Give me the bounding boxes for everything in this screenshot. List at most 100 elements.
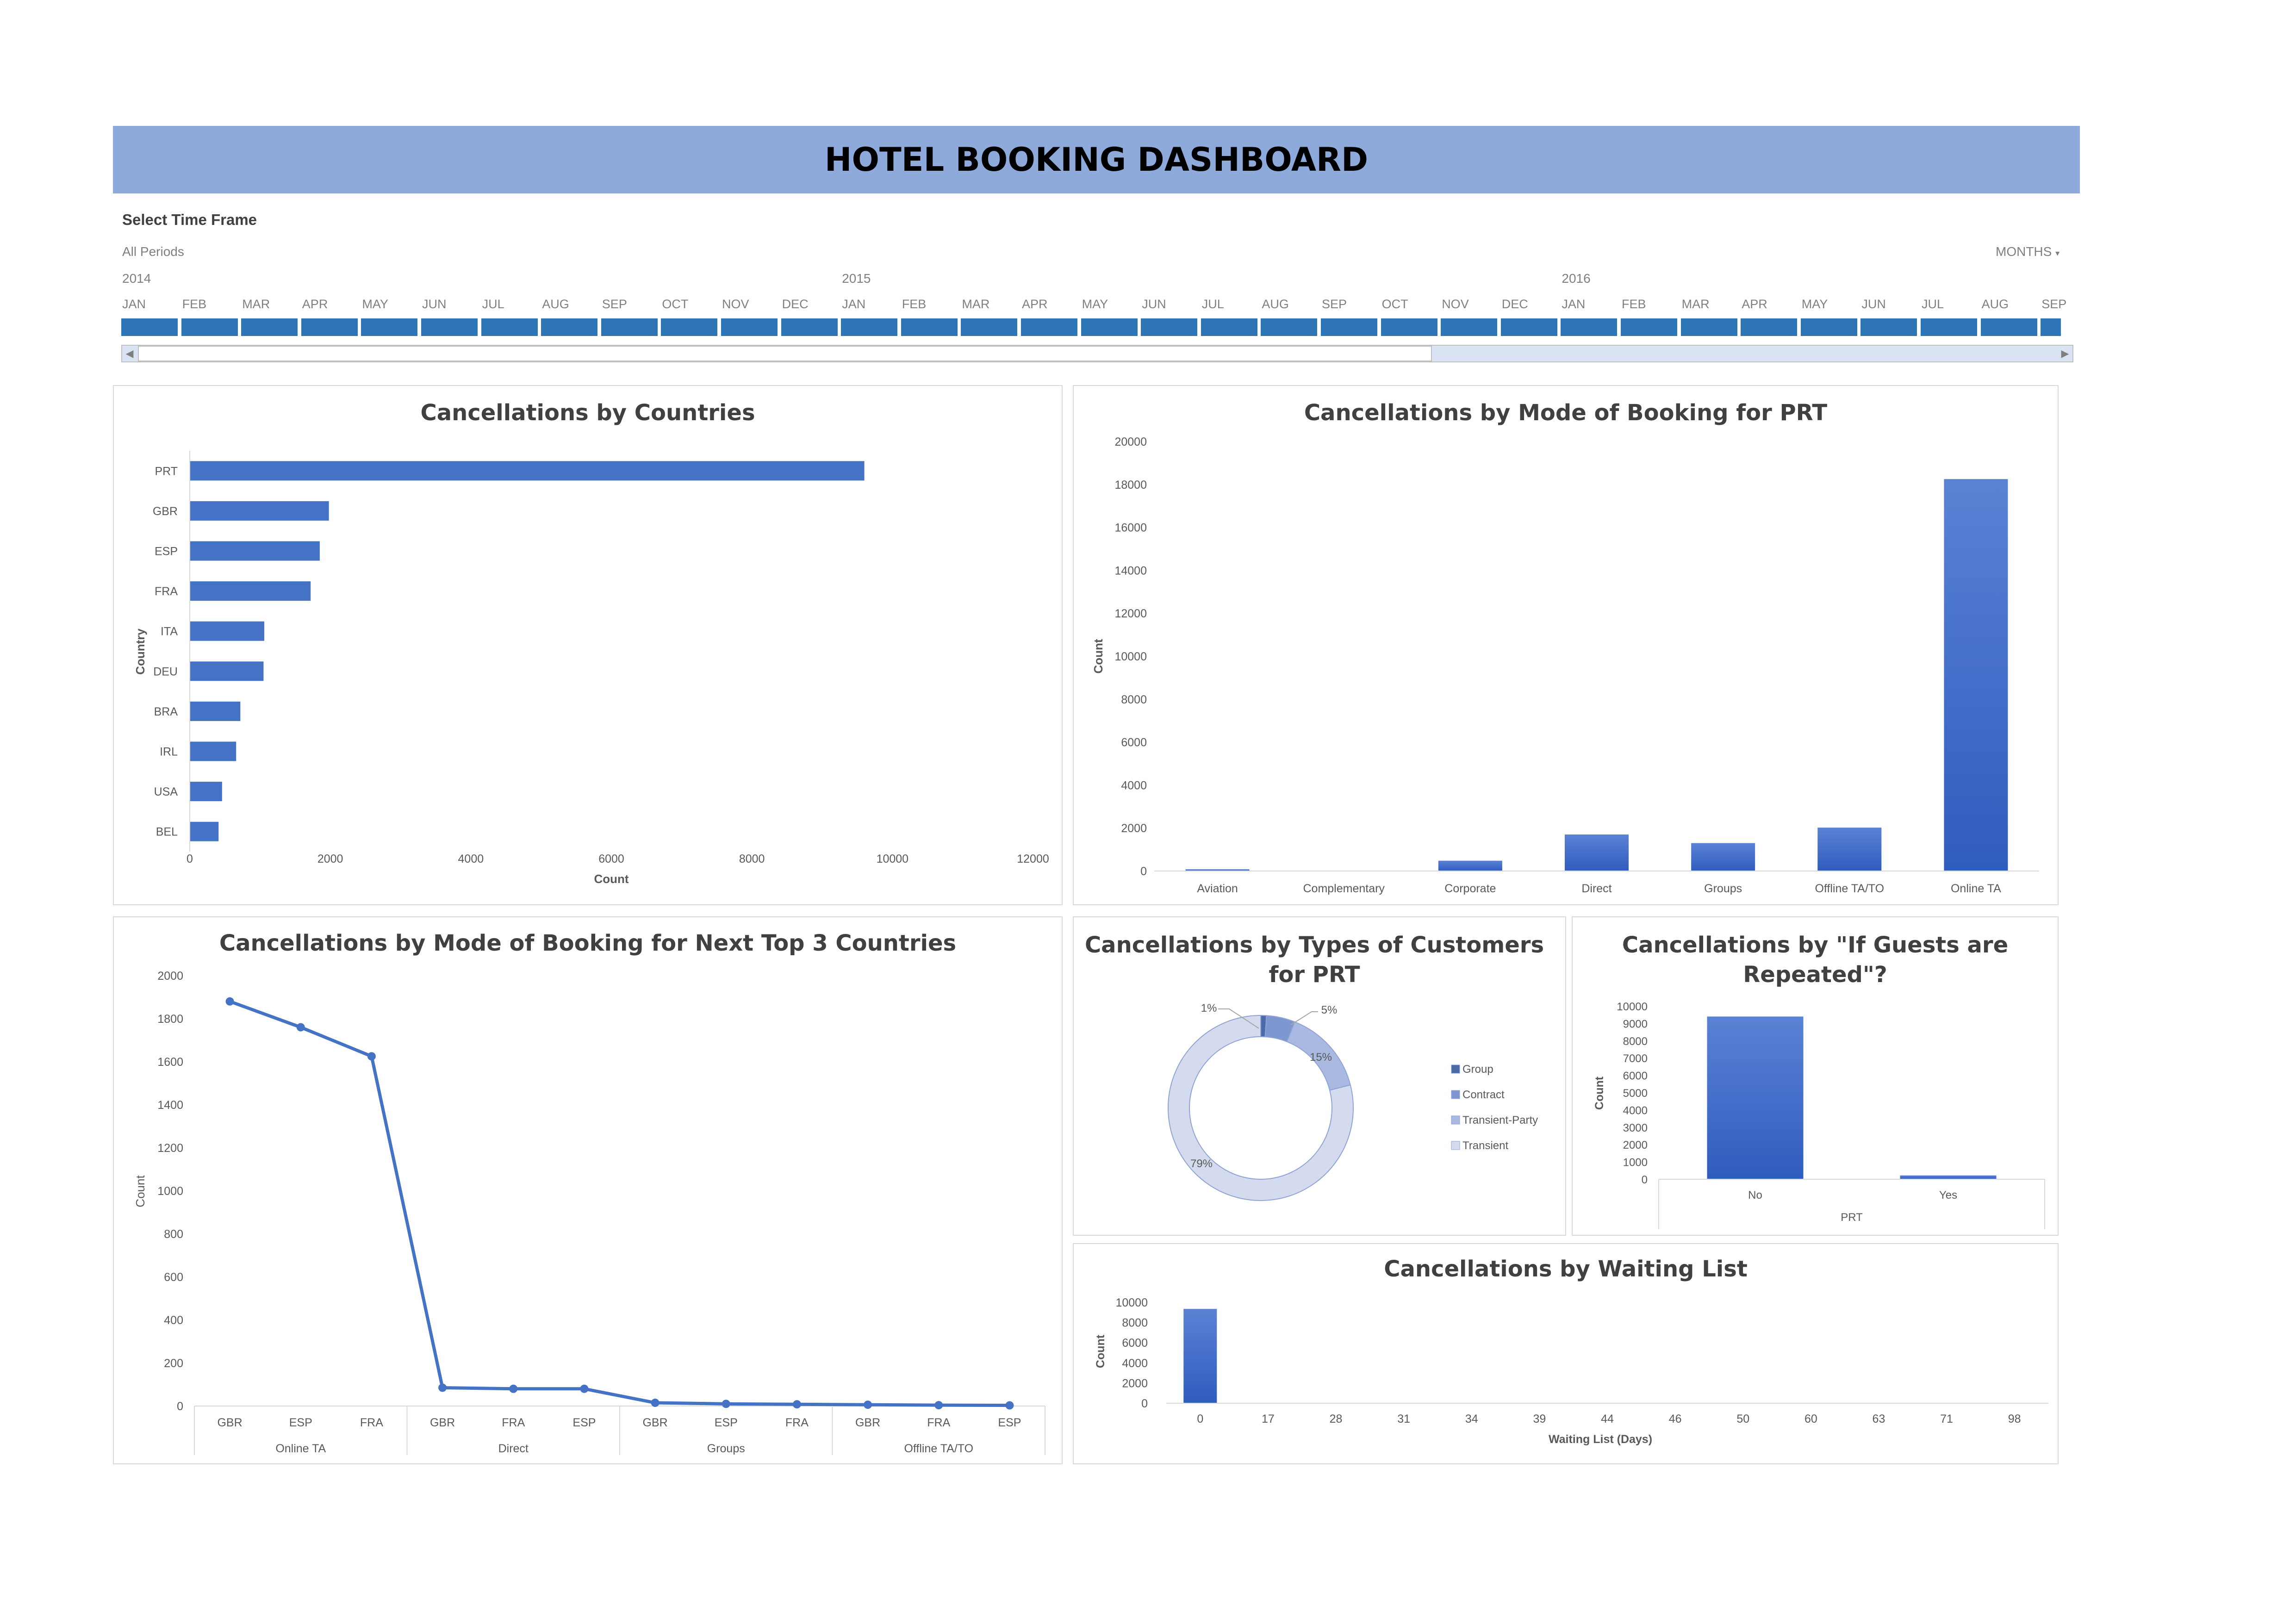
slicer-month-tile[interactable] bbox=[2041, 318, 2061, 336]
y-tick-label: 600 bbox=[164, 1271, 183, 1284]
y-axis-title: Country bbox=[133, 628, 147, 675]
slicer-month-label: JUL bbox=[1201, 297, 1224, 311]
slicer-month-tile[interactable] bbox=[481, 318, 538, 336]
slicer-month-tile[interactable] bbox=[601, 318, 658, 336]
data-point bbox=[296, 1023, 305, 1032]
country-tick-label: GBR bbox=[642, 1416, 667, 1429]
y-tick-label: 10000 bbox=[1114, 650, 1147, 663]
slicer-month-label: SEP bbox=[2041, 297, 2067, 311]
country-tick-label: ESP bbox=[289, 1416, 312, 1429]
slicer-month-tile[interactable] bbox=[1500, 318, 1557, 336]
y-tick-label: 10000 bbox=[1115, 1296, 1148, 1309]
y-tick-label: 5000 bbox=[1623, 1087, 1648, 1100]
y-tick-label: 1200 bbox=[157, 1142, 183, 1155]
repeated-chart-panel: Cancellations by "If Guests are Repeated… bbox=[1572, 916, 2059, 1236]
slicer-month-label: FEB bbox=[182, 297, 207, 311]
slicer-month-tile[interactable] bbox=[1621, 318, 1677, 336]
slicer-month-label: JAN bbox=[842, 297, 866, 311]
slicer-month-tile[interactable] bbox=[1561, 318, 1618, 336]
slicer-month-label: JUL bbox=[1922, 297, 1944, 311]
category-tick-label: 44 bbox=[1601, 1412, 1614, 1425]
scroll-left-arrow-icon[interactable]: ◀ bbox=[121, 345, 138, 362]
slicer-month-tile[interactable] bbox=[661, 318, 718, 336]
slicer-month-tile[interactable] bbox=[1081, 318, 1138, 336]
country-tick-label: ESP bbox=[998, 1416, 1021, 1429]
category-tick-label: 39 bbox=[1533, 1412, 1546, 1425]
slicer-month-tile[interactable] bbox=[241, 318, 298, 336]
chevron-down-icon: ▾ bbox=[2055, 249, 2060, 258]
timeline-scroll-thumb[interactable] bbox=[138, 346, 1432, 361]
slicer-month-tile[interactable] bbox=[841, 318, 898, 336]
slicer-month-label: JUN bbox=[422, 297, 447, 311]
repeated-chart: 0 1000 2000 3000 4000 5000 6000 7000 8000 9000 100… bbox=[1593, 1001, 2045, 1229]
slicer-month-tile[interactable] bbox=[1800, 318, 1857, 336]
slicer-month-label: JUL bbox=[482, 297, 504, 311]
data-point bbox=[225, 997, 234, 1006]
slicer-month-tile[interactable] bbox=[1261, 318, 1318, 336]
category-tick-label: 63 bbox=[1873, 1412, 1885, 1425]
y-axis-title: Count bbox=[1593, 1076, 1606, 1110]
slicer-month-tile[interactable] bbox=[961, 318, 1018, 336]
country-tick-label: FRA bbox=[360, 1416, 383, 1429]
x-tick-label: 4000 bbox=[458, 852, 484, 865]
slicer-month-tile[interactable] bbox=[1321, 318, 1377, 336]
slicer-month-tile[interactable] bbox=[1741, 318, 1798, 336]
slicer-month-tile[interactable] bbox=[1921, 318, 1977, 336]
slicer-month-tile[interactable] bbox=[1201, 318, 1257, 336]
country-tick-label: ITA bbox=[161, 625, 178, 638]
slicer-month-tile[interactable] bbox=[1381, 318, 1437, 336]
country-bar bbox=[190, 661, 264, 681]
slicer-year-label: 2014 bbox=[122, 271, 151, 286]
mode-bar bbox=[1565, 834, 1629, 871]
slicer-month-tile[interactable] bbox=[1680, 318, 1737, 336]
y-tick-label: 200 bbox=[164, 1357, 183, 1370]
x-tick-label: 12000 bbox=[1017, 852, 1049, 865]
category-tick-label: 98 bbox=[2008, 1412, 2021, 1425]
group-label: Groups bbox=[707, 1442, 745, 1455]
legend-swatch bbox=[1451, 1090, 1460, 1099]
scroll-right-arrow-icon[interactable]: ▶ bbox=[2057, 345, 2073, 362]
slicer-month-label: AUG bbox=[1981, 297, 2009, 311]
category-tick-label: Complementary bbox=[1303, 882, 1385, 895]
slicer-month-tile[interactable] bbox=[541, 318, 598, 336]
data-point bbox=[580, 1384, 589, 1393]
slicer-month-tile[interactable] bbox=[361, 318, 418, 336]
slicer-month-tile[interactable] bbox=[1860, 318, 1917, 336]
slicer-level-dropdown[interactable]: MONTHS ▾ bbox=[1996, 244, 2060, 259]
slicer-month-tile[interactable] bbox=[901, 318, 958, 336]
slicer-month-label: MAY bbox=[1082, 297, 1108, 311]
legend-label: Group bbox=[1462, 1063, 1493, 1076]
slicer-month-tile[interactable] bbox=[121, 318, 178, 336]
slicer-month-tile[interactable] bbox=[421, 318, 478, 336]
slicer-month-tile[interactable] bbox=[1021, 318, 1077, 336]
category-tick-label: Online TA bbox=[1951, 882, 2001, 895]
waiting-chart: 0 2000 4000 6000 8000 10000 0 17 28 31 34 39 44 46 50 6… bbox=[1094, 1296, 2048, 1446]
y-tick-label: 2000 bbox=[1122, 1377, 1148, 1390]
slicer-month-tile[interactable] bbox=[1441, 318, 1498, 336]
y-tick-label: 4000 bbox=[1623, 1104, 1648, 1117]
mode-bar bbox=[1817, 828, 1882, 871]
series-line bbox=[229, 1000, 1010, 1407]
slicer-month-tile[interactable] bbox=[1141, 318, 1198, 336]
slicer-month-tile[interactable] bbox=[181, 318, 238, 336]
category-tick-label: 31 bbox=[1397, 1412, 1410, 1425]
slicer-month-tile[interactable] bbox=[301, 318, 358, 336]
category-tick-label: 46 bbox=[1669, 1412, 1682, 1425]
y-axis-title: Count bbox=[1094, 1334, 1107, 1368]
top3-chart: 0 200 400 600 800 1000 1200 1400 1600 1800 2000 GBR… bbox=[133, 970, 1045, 1455]
slicer-month-tile[interactable] bbox=[721, 318, 778, 336]
y-tick-label: 0 bbox=[1141, 1397, 1148, 1410]
group-label: Offline TA/TO bbox=[904, 1442, 973, 1455]
category-tick-label: 71 bbox=[1940, 1412, 1953, 1425]
slicer-month-label: JAN bbox=[122, 297, 146, 311]
mode-bar bbox=[1691, 843, 1755, 871]
slice-data-label: 5% bbox=[1321, 1004, 1338, 1016]
data-point bbox=[864, 1400, 872, 1409]
slicer-month-tile[interactable] bbox=[781, 318, 838, 336]
y-tick-label: 2000 bbox=[157, 970, 183, 983]
y-axis-title: Count bbox=[1091, 639, 1105, 673]
slicer-month-tile[interactable] bbox=[1980, 318, 2037, 336]
country-bar bbox=[190, 621, 264, 641]
y-tick-label: 1400 bbox=[157, 1099, 183, 1112]
mode-prt-chart-panel: Cancellations by Mode of Booking for PRT… bbox=[1073, 385, 2059, 905]
